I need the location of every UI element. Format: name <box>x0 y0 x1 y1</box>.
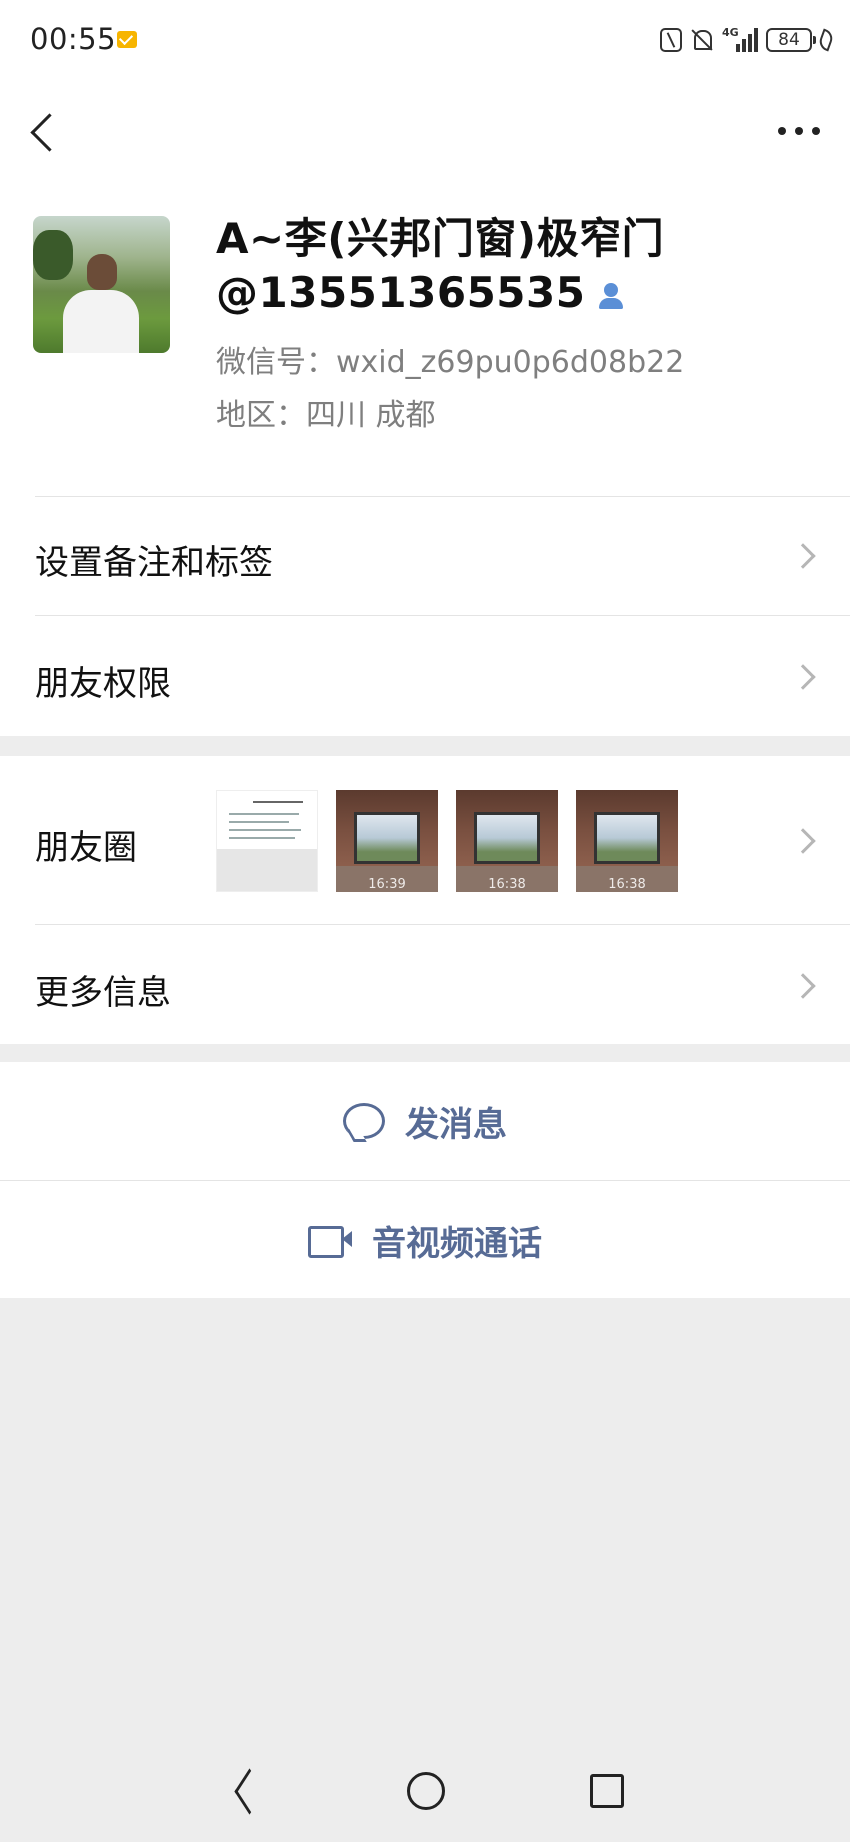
avatar[interactable] <box>33 216 170 353</box>
person-badge-icon <box>597 281 625 311</box>
friend-permissions-label: 朋友权限 <box>35 664 171 704</box>
nav-home-circle-icon[interactable] <box>407 1772 445 1810</box>
nfc-icon <box>660 28 682 52</box>
more-info-label: 更多信息 <box>35 973 171 1013</box>
profile-card: A~李(兴邦门窗)极窄门@13551365535 微信号：wxid_z69pu0… <box>0 80 850 736</box>
signal-icon: 4G <box>722 26 758 52</box>
chevron-right-icon <box>790 828 816 854</box>
send-message-button[interactable]: 发消息 <box>0 1062 850 1180</box>
moments-thumb-document <box>216 790 318 892</box>
contact-name-block: A~李(兴邦门窗)极窄门@13551365535 <box>216 212 776 320</box>
moments-thumb-room: 16:39 <box>336 790 438 892</box>
thumb-timestamp: 16:38 <box>608 877 646 892</box>
region: 地区：四川 成都 <box>216 398 436 433</box>
chevron-right-icon <box>790 543 816 569</box>
thumb-timestamp: 16:39 <box>368 877 406 892</box>
system-nav-bar <box>0 1740 850 1842</box>
network-type-label: 4G <box>722 26 739 39</box>
chat-bubble-icon <box>343 1103 385 1139</box>
chevron-right-icon <box>790 973 816 999</box>
battery-icon: 84 <box>766 28 816 52</box>
nav-back-triangle-icon[interactable] <box>228 1772 262 1810</box>
back-button[interactable] <box>26 110 56 154</box>
video-call-label: 音视频通话 <box>372 1223 542 1264</box>
eco-leaf-icon <box>816 28 836 52</box>
friend-permissions-row[interactable]: 朋友权限 <box>0 616 850 736</box>
status-icons: 4G 84 <box>660 24 836 56</box>
moments-row[interactable]: 朋友圈 16:39 16:38 16:38 <box>0 756 850 926</box>
status-time: 00:55 <box>30 22 117 56</box>
moments-section: 朋友圈 16:39 16:38 16:38 更多信息 <box>0 756 850 1044</box>
mail-notification-icon <box>117 31 137 48</box>
silent-bell-icon <box>690 28 714 52</box>
remark-tags-row[interactable]: 设置备注和标签 <box>0 497 850 615</box>
video-camera-icon <box>308 1226 352 1258</box>
video-call-button[interactable]: 音视频通话 <box>0 1181 850 1299</box>
nav-recents-square-icon[interactable] <box>590 1774 624 1808</box>
more-options-button[interactable] <box>778 125 820 137</box>
remark-tags-label: 设置备注和标签 <box>35 543 273 583</box>
more-info-row[interactable]: 更多信息 <box>0 925 850 1044</box>
moments-label: 朋友圈 <box>35 828 137 868</box>
wechat-id: 微信号：wxid_z69pu0p6d08b22 <box>216 345 685 380</box>
status-bar: 00:55 4G 84 <box>0 0 850 80</box>
send-message-label: 发消息 <box>405 1104 507 1145</box>
moments-thumb-room: 16:38 <box>456 790 558 892</box>
more-dots-icon <box>778 127 786 135</box>
actions-section: 发消息 音视频通话 <box>0 1062 850 1298</box>
moments-thumb-room: 16:38 <box>576 790 678 892</box>
chevron-right-icon <box>790 664 816 690</box>
thumb-timestamp: 16:38 <box>488 877 526 892</box>
